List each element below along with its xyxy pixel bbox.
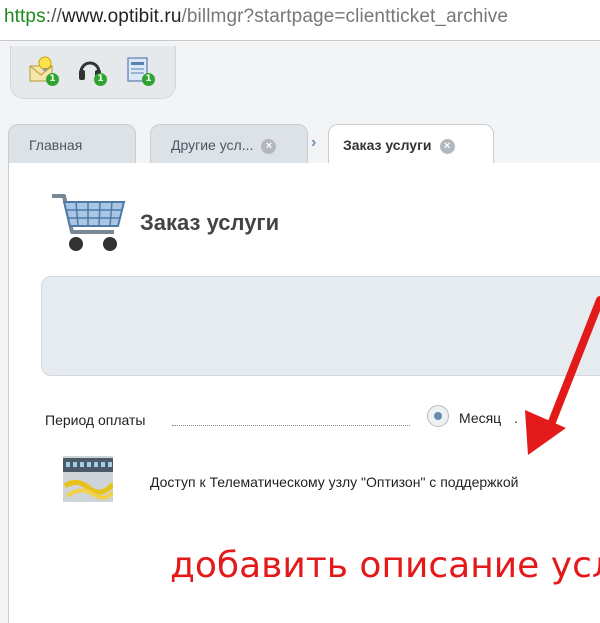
notification-badge: 1 — [142, 73, 155, 86]
tab-home[interactable]: Главная — [8, 124, 136, 164]
period-label: Период оплаты — [45, 412, 146, 428]
url-text[interactable]: https://www.optibit.ru/billmgr?startpage… — [4, 6, 508, 28]
service-image — [63, 456, 115, 502]
notification-badge: 1 — [94, 73, 107, 86]
service-name: Доступ к Телематическому узлу "Оптизон" … — [150, 474, 519, 490]
notification-toolbar: 1 1 1 — [10, 46, 176, 99]
radio-dot — [434, 412, 442, 420]
info-box — [41, 276, 600, 376]
notification-badge: 1 — [46, 73, 59, 86]
url-path: /billmgr?startpage=clientticket_archive — [181, 6, 509, 27]
period-suffix: . — [514, 410, 518, 426]
period-option-label[interactable]: Месяц — [459, 410, 501, 426]
tab-label: Заказ услуги — [343, 137, 432, 153]
url-host: www.optibit.ru — [61, 6, 182, 27]
url-protocol: https — [4, 6, 46, 27]
document-icon[interactable]: 1 — [125, 56, 155, 86]
url-separator: :// — [45, 6, 62, 27]
tab-other-services[interactable]: Другие усл... × — [150, 124, 308, 164]
tab-label: Главная — [29, 137, 83, 153]
tab-bar: Главная Другие усл... × Заказ услуги × — [0, 124, 600, 165]
close-icon[interactable]: × — [261, 138, 277, 154]
dotted-leader — [172, 425, 410, 426]
shopping-cart-icon — [48, 186, 128, 258]
period-radio-month[interactable] — [427, 405, 449, 427]
close-icon[interactable]: × — [439, 138, 455, 154]
chevron-right-icon: › — [311, 134, 317, 151]
envelope-bulb-icon[interactable]: 1 — [29, 56, 59, 86]
tab-order-service[interactable]: Заказ услуги × — [328, 124, 494, 165]
annotation-text: добавить описание усл — [170, 545, 600, 586]
page-title: Заказ услуги — [140, 210, 280, 235]
address-bar[interactable]: https://www.optibit.ru/billmgr?startpage… — [0, 0, 600, 41]
tab-label: Другие усл... — [171, 137, 254, 153]
headset-icon[interactable]: 1 — [77, 56, 107, 86]
